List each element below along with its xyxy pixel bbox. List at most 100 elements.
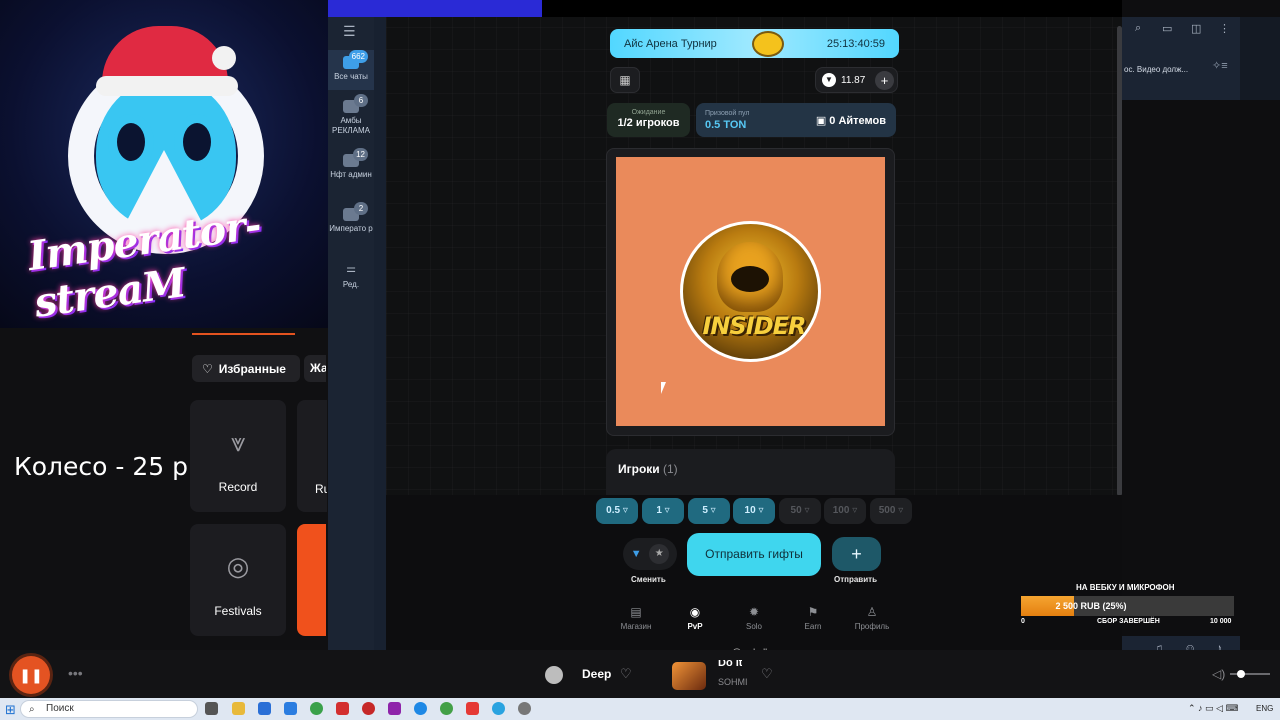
windows-start-icon[interactable]: ⊞ xyxy=(5,702,16,718)
stream-logo: Imperator-streaM xyxy=(0,0,328,328)
pinned-message-preview[interactable]: ос. Видео долж... xyxy=(1124,65,1188,74)
volume-slider-handle[interactable] xyxy=(1237,670,1245,678)
pause-button[interactable]: ❚❚ xyxy=(12,656,50,694)
yandex-icon[interactable] xyxy=(336,702,349,715)
shop-icon: ▤ xyxy=(630,605,642,619)
telegram-chat-list-edge xyxy=(374,17,386,664)
music-player-bar xyxy=(0,650,1280,698)
nav-shop[interactable]: ▤ Магазин xyxy=(611,605,661,631)
chat-bubble-icon: 662 xyxy=(343,50,368,69)
logo-hat-pompom xyxy=(212,46,236,70)
app-icon[interactable] xyxy=(388,702,401,715)
nav-pvp[interactable]: ◉ PvP xyxy=(670,605,720,631)
volume-slider[interactable] xyxy=(1230,673,1270,675)
folder-nft-admin[interactable]: 12 Нфт админ xyxy=(328,148,374,196)
nav-earn[interactable]: ⚑ Earn xyxy=(788,605,838,631)
app-icon[interactable] xyxy=(414,702,427,715)
search-icon[interactable]: ⌕ xyxy=(1135,22,1141,35)
wheel-price-overlay: Колесо - 25 р xyxy=(14,452,188,481)
swap-currency-button[interactable]: ▼ ★ xyxy=(623,538,677,570)
amount-chip-500[interactable]: 500 ▿ xyxy=(870,498,912,524)
chrome-icon[interactable] xyxy=(310,702,323,715)
file-explorer-icon[interactable] xyxy=(232,702,245,715)
app-icon[interactable] xyxy=(258,702,271,715)
search-icon: ⌕ xyxy=(29,704,35,715)
banner-title: Айс Арена Турнир xyxy=(624,37,717,50)
window-titlebar xyxy=(542,0,1122,17)
folder-all-chats[interactable]: 662 Все чаты xyxy=(328,50,374,90)
waiting-status: Ожидание 1/2 игроков xyxy=(607,103,690,137)
send-plus-button[interactable]: + xyxy=(832,537,881,571)
amount-chip-1[interactable]: 1 ▿ xyxy=(642,498,684,524)
waiting-label: Ожидание xyxy=(631,109,666,116)
donation-goal-title: НА ВЕБКУ И МИКРОФОН xyxy=(1076,583,1175,592)
player-avatar[interactable]: INSIDER xyxy=(680,221,821,362)
like-track-heart-icon[interactable]: ♡ xyxy=(761,666,773,682)
tile-ru[interactable]: Ru xyxy=(297,400,327,512)
logo-hat-band xyxy=(96,76,238,96)
favorites-button[interactable]: ♡ Избранные xyxy=(192,355,300,382)
tournament-banner[interactable]: Айс Арена Турнир 25:13:40:59 xyxy=(610,29,899,58)
system-tray-icons[interactable]: ⌃ ♪ ▭ ◁ ⌨ xyxy=(1188,703,1238,714)
pause-icon: ❚❚ xyxy=(19,667,43,683)
send-gifts-button[interactable]: Отправить гифты xyxy=(687,533,821,576)
nav-solo[interactable]: ✹ Solo xyxy=(729,605,779,631)
track-artist: SOHMI xyxy=(718,677,748,687)
chick-mascot-icon xyxy=(752,31,784,57)
app-icon[interactable] xyxy=(440,702,453,715)
ton-diamond-icon: ▼ xyxy=(630,548,642,560)
tile-orange[interactable] xyxy=(297,524,326,636)
nav-profile[interactable]: ♙ Профиль xyxy=(847,605,897,631)
ton-icon: ▿ xyxy=(664,505,670,516)
prize-items: ▣ 0 Айтемов xyxy=(815,115,886,127)
prize-pool: Призовой пул 0.5 TON ▣ 0 Айтемов xyxy=(696,103,896,137)
folder-imperator[interactable]: 2 Императо р xyxy=(328,202,374,250)
track-cover xyxy=(672,662,706,690)
folder-icon: 6 xyxy=(343,94,368,113)
pvp-icon: ◉ xyxy=(689,605,701,619)
pin-list-icon[interactable]: ✧≡ xyxy=(1212,59,1228,72)
track-title: Do It xyxy=(718,660,743,669)
solo-icon: ✹ xyxy=(748,605,760,619)
taskbar-search[interactable]: ⌕ Поиск xyxy=(20,700,198,718)
like-station-heart-icon[interactable]: ♡ xyxy=(620,666,632,682)
folder-edit[interactable]: ⚌ Ред. xyxy=(328,264,374,294)
add-balance-button[interactable]: + xyxy=(875,70,894,90)
outlook-icon[interactable] xyxy=(284,702,297,715)
heart-icon: ♡ xyxy=(202,361,213,376)
menu-icon[interactable]: ☰ xyxy=(343,23,356,40)
amount-chip-100[interactable]: 100 ▿ xyxy=(824,498,866,524)
star-icon: ★ xyxy=(649,544,670,564)
opera-icon[interactable] xyxy=(362,702,375,715)
live-stream-icon[interactable]: ▭ xyxy=(1162,22,1172,35)
more-options-icon[interactable]: ⋮ xyxy=(1219,22,1230,35)
yandex-browser-icon[interactable] xyxy=(466,702,479,715)
volume-icon[interactable]: ◁) xyxy=(1212,667,1225,681)
players-count: (1) xyxy=(663,462,678,476)
tile-festivals[interactable]: ◎ Festivals xyxy=(190,524,286,636)
app-icon[interactable] xyxy=(518,702,531,715)
tile-record[interactable]: ⩔ Record xyxy=(190,400,286,512)
language-indicator[interactable]: ENG xyxy=(1256,704,1273,713)
amount-chip-10[interactable]: 10 ▿ xyxy=(733,498,775,524)
amount-chip-50[interactable]: 50 ▿ xyxy=(779,498,821,524)
ton-icon: ▼ xyxy=(822,73,836,87)
folder-amby[interactable]: 6 Амбы РЕКЛАМА xyxy=(328,94,374,142)
plus-icon: + xyxy=(851,544,862,564)
more-options-icon[interactable]: ••• xyxy=(68,665,83,681)
genres-button[interactable]: Жа xyxy=(304,355,326,382)
amount-chip-0-5[interactable]: 0.5 ▿ xyxy=(596,498,638,524)
avatar-visor xyxy=(731,266,769,292)
sidebar-toggle-icon[interactable]: ◫ xyxy=(1191,22,1201,35)
telegram-icon[interactable] xyxy=(492,702,505,715)
station-name: Deep xyxy=(582,667,612,681)
record-logo-icon: ⩔ xyxy=(230,427,246,457)
amount-chip-5[interactable]: 5 ▿ xyxy=(688,498,730,524)
prize-pool-label: Призовой пул xyxy=(705,110,750,117)
ton-icon: ▿ xyxy=(758,505,764,516)
task-view-icon[interactable] xyxy=(205,702,218,715)
ton-icon: ▿ xyxy=(898,505,904,516)
prize-pool-value: 0.5 TON xyxy=(705,119,747,131)
send-label: Отправить xyxy=(834,575,877,584)
calendar-button[interactable]: ▦ xyxy=(610,67,640,93)
